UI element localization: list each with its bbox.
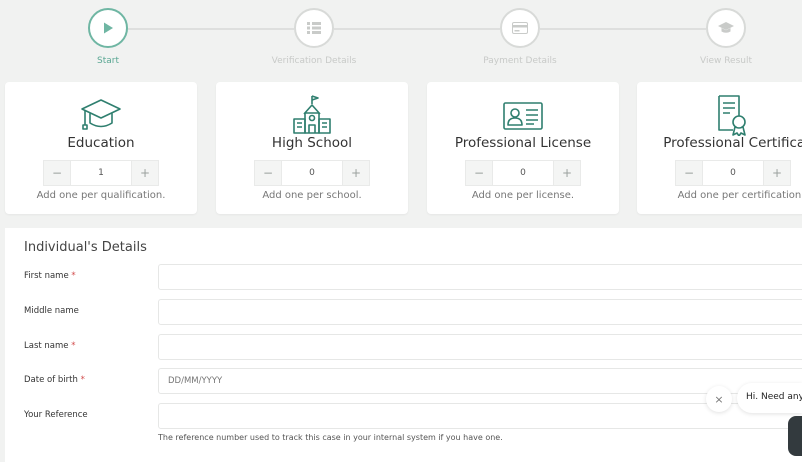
- field-label-text: Middle name: [24, 306, 79, 316]
- quantity-stepper: − 0 +: [465, 160, 581, 186]
- step-label: View Result: [699, 56, 753, 66]
- field-label-text: Date of birth: [24, 375, 78, 385]
- decrement-button[interactable]: −: [465, 160, 493, 186]
- required-marker: *: [71, 271, 76, 281]
- graduation-cap-icon: [79, 94, 123, 136]
- last-name-field[interactable]: [158, 334, 802, 360]
- increment-button[interactable]: +: [131, 160, 159, 186]
- card-hint: Add one per certification.: [677, 190, 802, 201]
- decrement-button[interactable]: −: [675, 160, 703, 186]
- decrement-button[interactable]: −: [43, 160, 71, 186]
- field-label: First name *: [24, 271, 76, 281]
- field-label: Date of birth *: [24, 375, 85, 385]
- field-label-text: Last name: [24, 341, 69, 351]
- form-row-first-name: First name *: [5, 264, 802, 290]
- increment-button[interactable]: +: [342, 160, 370, 186]
- step-label: Payment Details: [483, 56, 557, 66]
- chat-greeting-bubble[interactable]: Hi. Need any h: [737, 383, 802, 413]
- graduation-cap-icon: [706, 8, 746, 48]
- step-payment-details[interactable]: Payment Details: [460, 8, 580, 66]
- required-marker: *: [80, 375, 85, 385]
- field-label: Last name *: [24, 341, 75, 351]
- field-label-text: First name: [24, 271, 69, 281]
- credit-card-icon: [500, 8, 540, 48]
- card-title: High School: [271, 135, 353, 151]
- field-label: Your Reference: [24, 410, 88, 420]
- quantity-stepper: − 0 +: [675, 160, 791, 186]
- card-title: Education: [67, 135, 135, 151]
- quantity-input[interactable]: 0: [282, 160, 342, 186]
- individual-details-form: Individual's Details First name * Middle…: [5, 228, 802, 462]
- form-row-last-name: Last name *: [5, 334, 802, 360]
- card-title: Professional License: [454, 135, 592, 151]
- quantity-input[interactable]: 0: [703, 160, 763, 186]
- reference-help-text: The reference number used to track this …: [158, 433, 503, 442]
- card-education: Education − 1 + Add one per qualificatio…: [5, 82, 197, 214]
- form-row-your-reference: Your Reference: [5, 403, 802, 429]
- chat-launcher-button[interactable]: [788, 416, 802, 456]
- form-row-date-of-birth: Date of birth *: [5, 368, 802, 394]
- school-building-icon: [290, 94, 334, 136]
- step-verification-details[interactable]: Verification Details: [254, 8, 374, 66]
- certificate-icon: [711, 94, 755, 137]
- progress-stepper: Start Verification Details Payment Detai…: [0, 0, 802, 80]
- form-row-middle-name: Middle name: [5, 299, 802, 325]
- increment-button[interactable]: +: [763, 160, 791, 186]
- field-label-text: Your Reference: [24, 410, 88, 420]
- card-hint: Add one per qualification.: [36, 190, 166, 201]
- quantity-stepper: − 0 +: [254, 160, 370, 186]
- quantity-stepper: − 1 +: [43, 160, 159, 186]
- quantity-input[interactable]: 0: [493, 160, 553, 186]
- card-title: Professional Certificate: [663, 135, 802, 151]
- step-label: Verification Details: [271, 56, 357, 66]
- step-label: Start: [97, 56, 119, 66]
- decrement-button[interactable]: −: [254, 160, 282, 186]
- close-icon: ×: [714, 392, 724, 406]
- required-marker: *: [71, 341, 76, 351]
- card-hint: Add one per license.: [471, 190, 575, 201]
- quantity-input[interactable]: 1: [71, 160, 131, 186]
- play-icon: [88, 8, 128, 48]
- date-of-birth-field[interactable]: [158, 368, 802, 394]
- card-hint: Add one per school.: [262, 190, 362, 201]
- middle-name-field[interactable]: [158, 299, 802, 325]
- card-high-school: High School − 0 + Add one per school.: [216, 82, 408, 214]
- increment-button[interactable]: +: [553, 160, 581, 186]
- chat-close-button[interactable]: ×: [706, 386, 732, 412]
- step-start[interactable]: Start: [48, 8, 168, 66]
- form-title: Individual's Details: [24, 240, 147, 255]
- first-name-field[interactable]: [158, 264, 802, 290]
- step-view-result[interactable]: View Result: [666, 8, 786, 66]
- field-label: Middle name: [24, 306, 79, 316]
- card-professional-license: Professional License − 0 + Add one per l…: [427, 82, 619, 214]
- list-icon: [294, 8, 334, 48]
- your-reference-field[interactable]: [158, 403, 802, 429]
- id-card-icon: [501, 94, 545, 136]
- card-professional-certificate: Professional Certificate − 0 + Add one p…: [637, 82, 802, 214]
